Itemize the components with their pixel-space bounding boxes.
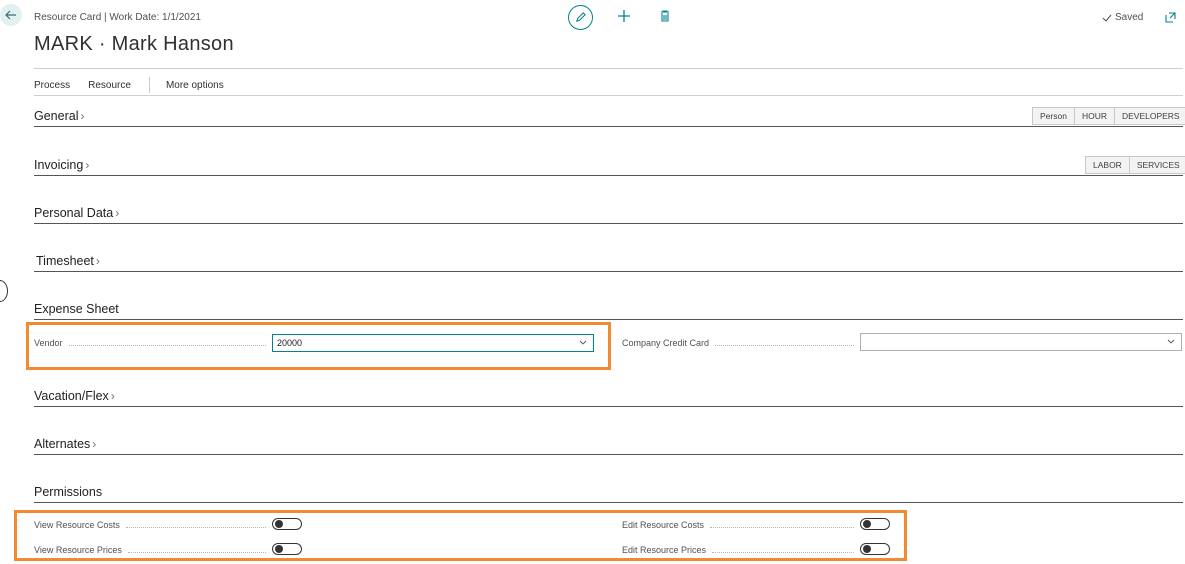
- page-title: MARK · Mark Hanson: [34, 33, 234, 55]
- pencil-icon: [575, 12, 586, 23]
- section-alternates[interactable]: Alternates ›: [34, 437, 96, 451]
- header-divider: [34, 68, 1183, 69]
- invoicing-tag: SERVICES: [1136, 160, 1180, 170]
- section-permissions-label: Permissions: [34, 485, 103, 499]
- checkmark-icon: [1102, 14, 1112, 22]
- credit-card-select[interactable]: [860, 333, 1182, 351]
- section-vacation-flex[interactable]: Vacation/Flex ›: [34, 389, 115, 403]
- chevron-right-icon: ›: [110, 389, 115, 403]
- section-line: [34, 175, 1183, 176]
- general-tag: DEVELOPERS: [1121, 111, 1180, 121]
- leader-dots: [715, 344, 854, 346]
- credit-card-field-label: Company Credit Card: [622, 338, 854, 348]
- section-invoicing-label: Invoicing: [34, 158, 84, 172]
- section-general[interactable]: General ›: [34, 109, 84, 123]
- general-tag: Person: [1033, 108, 1075, 124]
- section-general-label: General: [34, 109, 79, 123]
- section-line: [34, 502, 1183, 503]
- trash-icon[interactable]: [658, 9, 672, 23]
- section-expense-sheet[interactable]: Expense Sheet: [34, 302, 119, 316]
- menu-divider: [34, 95, 1183, 96]
- section-alternates-label: Alternates: [34, 437, 91, 451]
- menu-process[interactable]: Process: [34, 80, 70, 91]
- popout-icon[interactable]: [1164, 11, 1177, 24]
- chevron-right-icon: ›: [92, 437, 97, 451]
- section-timesheet-label: Timesheet: [36, 254, 94, 268]
- section-vacation-flex-label: Vacation/Flex: [34, 389, 109, 403]
- edge-handle[interactable]: [0, 280, 8, 302]
- section-invoicing[interactable]: Invoicing ›: [34, 158, 89, 172]
- section-personal-data[interactable]: Personal Data ›: [34, 206, 119, 220]
- section-personal-data-label: Personal Data: [34, 206, 114, 220]
- chevron-down-icon: [1167, 339, 1175, 344]
- section-line: [34, 271, 1183, 272]
- section-line: [34, 223, 1183, 224]
- section-expense-sheet-label: Expense Sheet: [34, 302, 119, 316]
- chevron-right-icon: ›: [85, 158, 90, 172]
- menu-resource[interactable]: Resource: [88, 80, 131, 91]
- saved-label: Saved: [1115, 12, 1144, 23]
- highlight-permissions: [14, 510, 907, 561]
- action-menu: Process Resource More options: [34, 77, 242, 93]
- plus-icon[interactable]: [616, 8, 632, 24]
- general-tag: HOUR: [1075, 108, 1115, 124]
- back-arrow-icon: [5, 10, 16, 20]
- section-permissions[interactable]: Permissions: [34, 485, 102, 499]
- section-line: [34, 454, 1183, 455]
- menu-more-options[interactable]: More options: [166, 80, 224, 91]
- section-line: [34, 126, 1183, 127]
- saved-status: Saved: [1102, 12, 1143, 23]
- credit-card-label: Company Credit Card: [622, 338, 710, 348]
- invoicing-summary: LABOR SERVICES: [1085, 156, 1185, 174]
- invoicing-tag: LABOR: [1086, 157, 1130, 173]
- back-button[interactable]: [0, 4, 22, 26]
- section-timesheet[interactable]: Timesheet ›: [36, 254, 100, 268]
- section-line: [34, 319, 1183, 320]
- chevron-right-icon: ›: [115, 206, 120, 220]
- menu-separator: [148, 77, 150, 93]
- highlight-vendor: [26, 322, 611, 370]
- section-line: [34, 406, 1183, 407]
- breadcrumb: Resource Card | Work Date: 1/1/2021: [34, 12, 201, 23]
- edit-button[interactable]: [568, 5, 593, 30]
- chevron-right-icon: ›: [95, 254, 100, 268]
- chevron-right-icon: ›: [80, 109, 85, 123]
- general-summary: Person HOUR DEVELOPERS: [1032, 107, 1185, 125]
